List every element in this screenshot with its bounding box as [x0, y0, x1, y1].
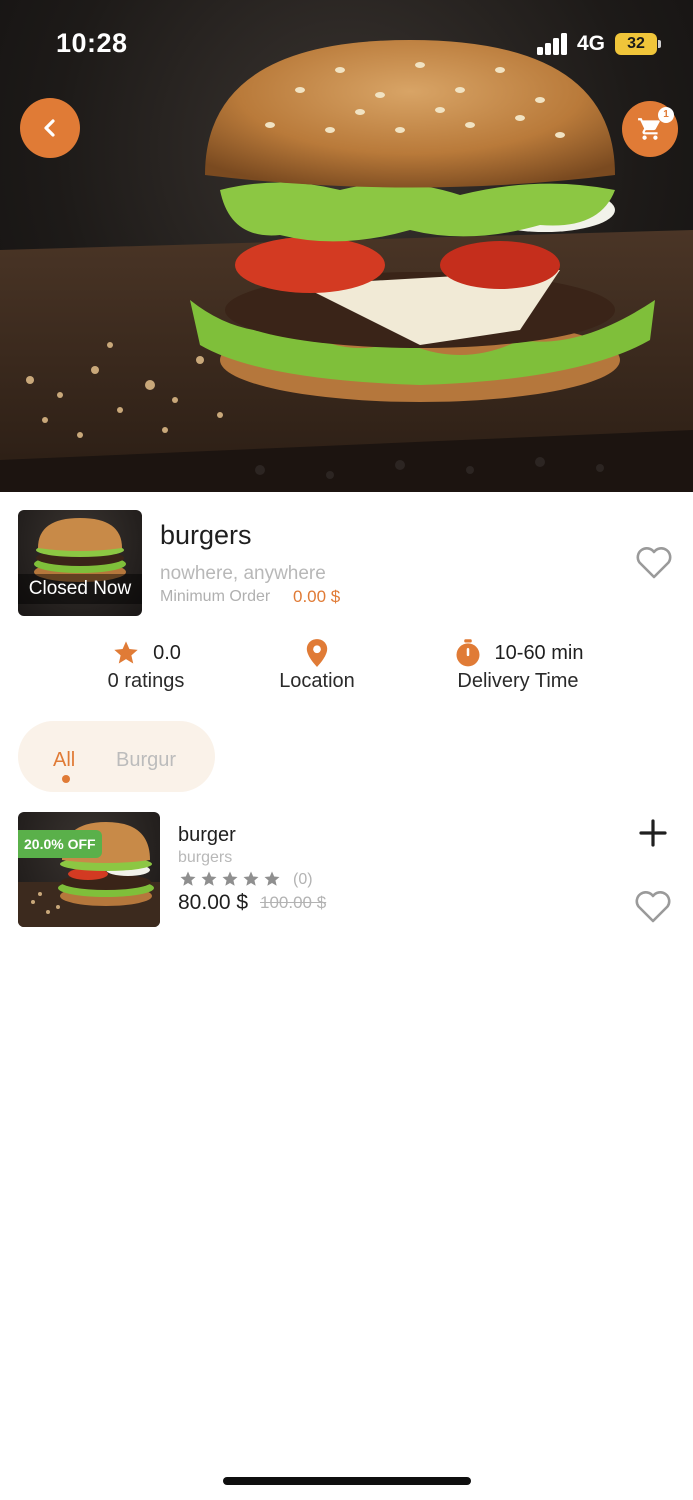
chevron-left-icon	[44, 119, 55, 137]
star-icon	[201, 871, 217, 886]
product-rating-stars	[178, 870, 282, 888]
network-label: 4G	[577, 32, 606, 55]
delivery-stat: 10-60 min Delivery Time	[440, 636, 596, 693]
product-old-price: 100.00 $	[260, 893, 327, 912]
add-to-cart-button[interactable]	[636, 816, 670, 850]
star-icon	[243, 871, 259, 886]
store-name: burgers	[160, 520, 252, 550]
category-tabs: All Burgur	[18, 721, 215, 792]
store-status-label: Closed Now	[18, 574, 142, 604]
star-icon	[264, 871, 280, 886]
timer-icon	[456, 639, 480, 667]
battery-icon: 32	[615, 33, 657, 55]
product-favorite-button[interactable]	[633, 888, 673, 924]
star-icon	[180, 871, 196, 886]
location-pin-icon	[306, 639, 328, 667]
rating-value: 0.0	[153, 641, 181, 664]
product-image[interactable]: 20.0% OFF	[18, 812, 160, 927]
home-indicator[interactable]	[223, 1477, 471, 1485]
min-order-label: Minimum Order	[160, 588, 271, 605]
product-rating-count: (0)	[293, 871, 313, 888]
location-stat[interactable]: Location	[262, 636, 372, 693]
product-category: burgers	[178, 849, 233, 866]
location-label: Location	[279, 670, 355, 692]
plus-icon	[639, 819, 667, 847]
cart-button[interactable]: 1	[622, 101, 678, 157]
store-favorite-button[interactable]	[634, 544, 674, 580]
star-icon	[114, 641, 138, 664]
back-button[interactable]	[20, 98, 80, 158]
cart-count-badge: 1	[658, 107, 674, 123]
rating-stat: 0.0 0 ratings	[86, 636, 206, 693]
delivery-label: Delivery Time	[457, 670, 579, 692]
tab-all[interactable]: All	[53, 749, 75, 772]
active-tab-indicator	[62, 775, 70, 783]
status-bar: 10:28 4G 32	[0, 0, 693, 90]
product-price: 80.00 $	[178, 891, 249, 914]
min-order-value: 0.00 $	[293, 587, 341, 606]
product-name[interactable]: burger	[178, 824, 236, 847]
signal-icon	[537, 33, 569, 55]
status-time: 10:28	[56, 28, 128, 58]
discount-badge: 20.0% OFF	[18, 830, 102, 858]
tab-burgur[interactable]: Burgur	[116, 749, 176, 772]
heart-outline-icon	[635, 891, 671, 923]
star-icon	[222, 871, 238, 886]
store-address: nowhere, anywhere	[160, 563, 326, 584]
rating-label: 0 ratings	[107, 670, 185, 692]
delivery-value: 10-60 min	[494, 641, 584, 664]
battery-nub	[658, 40, 661, 48]
heart-outline-icon	[636, 547, 672, 579]
store-thumbnail: Closed Now	[18, 510, 142, 616]
